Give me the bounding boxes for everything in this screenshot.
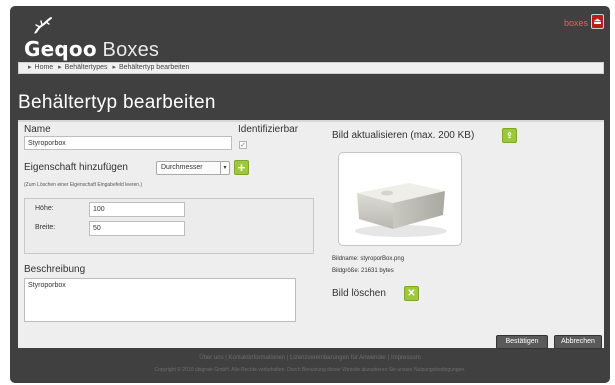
image-delete-label: Bild löschen bbox=[332, 288, 386, 299]
breadcrumb-home[interactable]: Home bbox=[35, 64, 54, 71]
logo-suffix: Boxes bbox=[102, 39, 160, 61]
property-select[interactable]: Durchmesser ▾ bbox=[156, 161, 230, 175]
property-hint: (Zum Löschen einer Eigenschaft Eingabefe… bbox=[24, 182, 143, 188]
breadcrumb-current: Behältertyp bearbeiten bbox=[118, 64, 190, 71]
breadcrumb-arrow-icon: ▸ bbox=[28, 64, 32, 71]
name-label: Name bbox=[24, 124, 51, 135]
chevron-down-icon: ▾ bbox=[220, 162, 229, 174]
logo-brand: Geqoo bbox=[24, 37, 97, 61]
property-label-width: Breite: bbox=[35, 224, 56, 231]
add-property-button[interactable]: + bbox=[234, 160, 249, 175]
image-filesize: Bildgröße: 21631 bytes bbox=[332, 268, 394, 274]
user-link[interactable]: boxes bbox=[564, 18, 588, 28]
app-logo[interactable]: Geqoo Boxes bbox=[24, 37, 159, 62]
breadcrumb-arrow-icon: ▸ bbox=[112, 64, 116, 71]
logout-icon[interactable]: ⏏ bbox=[591, 14, 604, 29]
upload-image-icon[interactable]: ⇪ bbox=[502, 128, 517, 143]
page-title: Behältertyp bearbeiten bbox=[18, 92, 216, 113]
footer-copyright: Copyright © 2010 ubigrate GmbH. Alle Rec… bbox=[154, 367, 466, 373]
identifizierbar-checkbox[interactable]: ✓ bbox=[239, 141, 247, 149]
gecko-logo-icon bbox=[34, 17, 52, 34]
description-label: Beschreibung bbox=[24, 264, 86, 275]
breadcrumb: ▸ Home ▸ Behältertypes ▸ Behältertyp bearbe… bbox=[18, 62, 604, 74]
styrofoam-box-image bbox=[355, 183, 447, 237]
description-textarea[interactable]: Styroporbox bbox=[24, 278, 296, 322]
delete-image-icon[interactable]: ✕ bbox=[404, 286, 419, 301]
footer-links[interactable]: Über uns | Kontaktinformationen | Lizenz… bbox=[10, 351, 610, 365]
confirm-button[interactable]: Bestätigen bbox=[496, 335, 548, 349]
app-window: Geqoo Boxes boxes ⏏ ▸ Home ▸ Behältertypes… bbox=[10, 6, 610, 383]
breadcrumb-arrow-icon: ▸ bbox=[58, 64, 62, 71]
property-label-height: Höhe: bbox=[35, 205, 54, 212]
property-add-label: Eigenschaft hinzufügen bbox=[24, 162, 128, 173]
cancel-button[interactable]: Abbrechen bbox=[554, 335, 602, 349]
identifizierbar-label: Identifizierbar bbox=[238, 124, 299, 135]
property-select-value: Durchmesser bbox=[161, 164, 203, 171]
image-thumbnail bbox=[338, 152, 462, 246]
image-update-label: Bild aktualisieren (max. 200 KB) bbox=[332, 130, 475, 141]
property-input-height[interactable]: 100 bbox=[89, 202, 185, 217]
breadcrumb-container-types[interactable]: Behältertypes bbox=[65, 64, 108, 71]
properties-box: Höhe: 100 Breite: 50 bbox=[24, 198, 314, 254]
name-input[interactable]: Styroporbox bbox=[24, 136, 232, 150]
property-input-width[interactable]: 50 bbox=[89, 221, 185, 236]
edit-panel: Name Styroporbox Identifizierbar ✓ Eigen… bbox=[18, 120, 604, 349]
footer: Über uns | Kontaktinformationen | Lizenz… bbox=[10, 351, 610, 375]
image-filename: Bildname: styroporBox.png bbox=[332, 256, 405, 262]
